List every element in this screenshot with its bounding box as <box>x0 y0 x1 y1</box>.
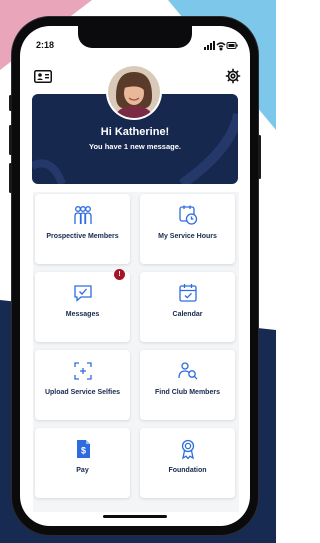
home-indicator[interactable] <box>103 515 167 518</box>
signal-icon <box>204 41 215 50</box>
notification-badge: ! <box>114 269 125 280</box>
avatar[interactable] <box>108 66 160 118</box>
status-time: 2:18 <box>36 40 55 50</box>
status-icons <box>204 38 238 56</box>
tile-label: Upload Service Selfies <box>44 389 121 396</box>
greeting-text: Hi Katherine! <box>100 126 170 138</box>
id-card-icon[interactable] <box>34 70 52 83</box>
new-message-text[interactable]: You have 1 new message. <box>32 142 238 151</box>
tile-label: Pay <box>76 467 89 474</box>
tile-messages[interactable]: ! Messages <box>35 269 130 342</box>
stopwatch-icon <box>179 205 198 225</box>
person-search-icon <box>178 362 198 380</box>
tile-find-club-members[interactable]: Find Club Members <box>140 350 235 420</box>
tile-label: Prospective Members <box>46 233 119 240</box>
tile-upload-service-selfies[interactable]: Upload Service Selfies <box>35 350 130 420</box>
tile-pay[interactable]: $ Pay <box>35 428 130 498</box>
tile-foundation[interactable]: Foundation <box>140 428 235 498</box>
menu-grid: Prospective Members My Service Hours ! M… <box>33 192 239 512</box>
award-ribbon-icon <box>181 439 195 460</box>
tile-my-service-hours[interactable]: My Service Hours <box>140 194 235 264</box>
calendar-icon <box>179 284 197 302</box>
tile-label: Foundation <box>168 467 207 474</box>
tile-prospective-members[interactable]: Prospective Members <box>35 194 130 264</box>
dollar-document-icon: $ <box>77 440 90 458</box>
notch <box>78 26 192 48</box>
svg-text:$: $ <box>81 446 86 456</box>
photo-upload-icon <box>74 362 92 380</box>
tile-label: My Service Hours <box>158 233 217 240</box>
tile-label: Calendar <box>172 311 203 318</box>
battery-icon <box>226 42 238 49</box>
gear-icon[interactable] <box>225 68 241 84</box>
tile-label: Messages <box>65 311 100 318</box>
people-icon <box>74 206 92 224</box>
wifi-icon <box>216 42 226 51</box>
tile-calendar[interactable]: Calendar <box>140 272 235 342</box>
message-check-icon <box>74 285 92 302</box>
app-screen: 2:18 Hi Katherine! You have 1 new messag… <box>20 26 250 526</box>
tile-label: Find Club Members <box>155 389 220 396</box>
